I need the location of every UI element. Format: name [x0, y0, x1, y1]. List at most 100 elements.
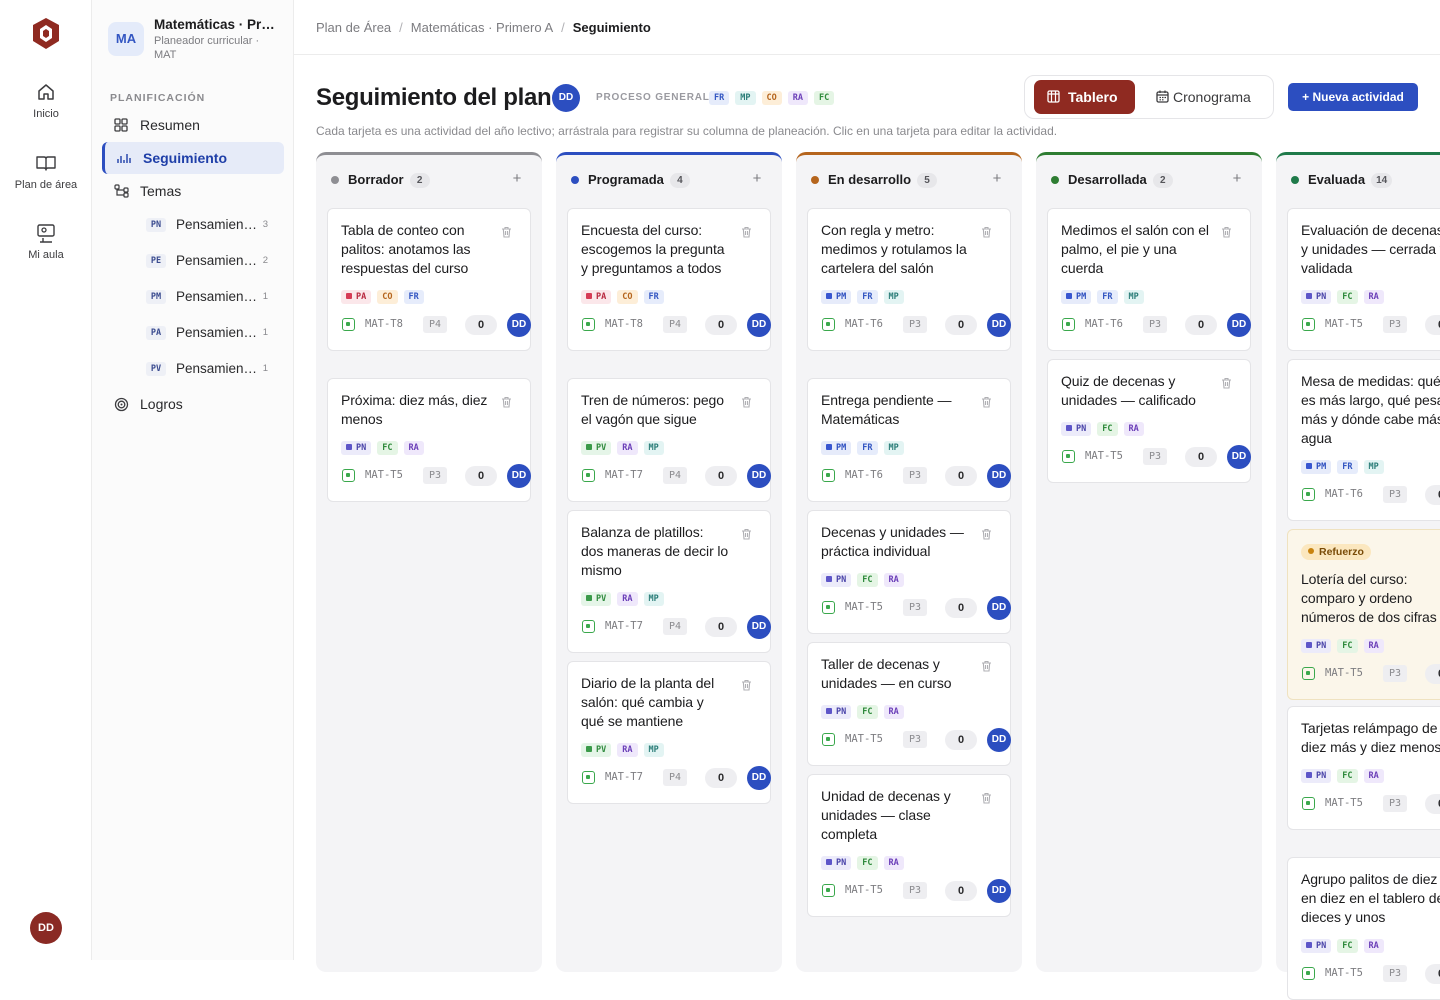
add-card-button[interactable]: +: [508, 170, 526, 188]
comment-count[interactable]: 0: [945, 730, 977, 750]
rail-item-plan-de-area[interactable]: Plan de área: [0, 153, 92, 191]
trash-icon[interactable]: [501, 395, 512, 413]
header-divider: [294, 54, 1440, 55]
assignee-avatar[interactable]: DD: [747, 464, 771, 488]
activity-card[interactable]: Decenas y unidades — práctica individual…: [807, 510, 1011, 634]
activity-card[interactable]: Refuerzo Lotería del curso: comparo y ord…: [1287, 529, 1440, 700]
comment-count[interactable]: 0: [465, 466, 497, 486]
trash-icon[interactable]: [981, 225, 992, 243]
activity-card[interactable]: Tabla de conteo con palitos: anotamos la…: [327, 208, 531, 351]
comment-count[interactable]: 0: [1185, 315, 1217, 335]
activity-card[interactable]: Con regla y metro: medimos y rotulamos l…: [807, 208, 1011, 351]
trash-icon[interactable]: [981, 791, 992, 809]
sidebar-item-resumen[interactable]: Resumen: [102, 109, 284, 141]
rail-item-inicio[interactable]: Inicio: [0, 82, 92, 120]
activity-card[interactable]: Balanza de platillos: dos maneras de dec…: [567, 510, 771, 653]
sidebar-item-logros[interactable]: Logros: [102, 388, 284, 420]
activity-card[interactable]: Diario de la planta del salón: qué cambi…: [567, 661, 771, 804]
process-tag-chip: RA: [883, 704, 904, 719]
assignee-avatar[interactable]: DD: [1227, 313, 1251, 337]
activity-card[interactable]: Mesa de medidas: qué es más largo, qué p…: [1287, 359, 1440, 521]
activity-card[interactable]: Unidad de decenas y unidades — clase com…: [807, 774, 1011, 917]
user-avatar[interactable]: DD: [30, 912, 62, 944]
breadcrumb-item[interactable]: Plan de Área: [316, 20, 391, 35]
trash-icon[interactable]: [1221, 225, 1232, 243]
add-card-button[interactable]: +: [748, 170, 766, 188]
activity-card[interactable]: Taller de decenas y unidades — en curso P…: [807, 642, 1011, 766]
trash-icon[interactable]: [981, 527, 992, 545]
comment-count[interactable]: 0: [945, 315, 977, 335]
activity-card[interactable]: Próxima: diez más, diez menos PN FC RA MAT-T…: [327, 378, 531, 502]
workspace-switcher[interactable]: MA Matemáticas · Pr… Planeador curricula…: [108, 14, 288, 64]
owner-avatar[interactable]: DD: [552, 84, 580, 112]
assignee-avatar[interactable]: DD: [987, 728, 1011, 752]
new-activity-button[interactable]: + Nueva actividad: [1288, 83, 1418, 111]
sidebar-topic-item[interactable]: PV Pensamiento variacional1: [142, 355, 282, 383]
comment-count[interactable]: 0: [705, 617, 737, 637]
activity-card[interactable]: Medimos el salón con el palmo, el pie y …: [1047, 208, 1251, 351]
activity-card[interactable]: Tren de números: pego el vagón que sigue…: [567, 378, 771, 502]
card-title: Quiz de decenas y unidades — calificado: [1061, 373, 1196, 408]
sidebar-topic-item[interactable]: PN Pensamiento numérico3: [142, 211, 282, 239]
assignee-avatar[interactable]: DD: [987, 879, 1011, 903]
chip-label: PM: [836, 442, 847, 453]
process-tag-chip: CO: [377, 289, 398, 304]
comment-count[interactable]: 0: [705, 315, 737, 335]
breadcrumb-item[interactable]: Matemáticas · Primero A: [411, 20, 553, 35]
comment-count[interactable]: 0: [465, 315, 497, 335]
activity-card[interactable]: Tarjetas relámpago de diez más y diez me…: [1287, 706, 1440, 830]
column-count-badge: 4: [669, 173, 690, 188]
assignee-avatar[interactable]: DD: [507, 464, 531, 488]
trash-icon[interactable]: [501, 225, 512, 243]
board-icon: [1047, 90, 1060, 103]
comment-count[interactable]: 0: [1185, 447, 1217, 467]
activity-card[interactable]: Encuesta del curso: escogemos la pregunt…: [567, 208, 771, 351]
chip-dot: [586, 745, 592, 752]
trash-icon[interactable]: [741, 395, 752, 413]
assignee-avatar[interactable]: DD: [987, 464, 1011, 488]
card-tag-list: PN FC RA: [821, 854, 997, 870]
comment-count[interactable]: 0: [945, 466, 977, 486]
comment-count[interactable]: 0: [705, 466, 737, 486]
comment-count[interactable]: 0: [945, 598, 977, 618]
thinking-type-chip: PM: [1061, 289, 1092, 304]
activity-card[interactable]: Evaluación de decenas y unidades — cerra…: [1287, 208, 1440, 351]
assignee-avatar[interactable]: DD: [747, 615, 771, 639]
assignee-avatar[interactable]: DD: [987, 596, 1011, 620]
activity-card[interactable]: Agrupo palitos de diez en diez en el tab…: [1287, 857, 1440, 1000]
assignee-avatar[interactable]: DD: [1227, 445, 1251, 469]
sidebar-topic-item[interactable]: PE Pensamiento espacial2: [142, 247, 282, 275]
sidebar-item-seguimiento[interactable]: Seguimiento: [102, 142, 284, 174]
comment-count[interactable]: 0: [1425, 315, 1440, 335]
activity-code: MAT-T5: [845, 884, 883, 896]
sidebar-topic-item[interactable]: PA Pensamiento aleatorio1: [142, 319, 282, 347]
activity-card[interactable]: Quiz de decenas y unidades — calificado P…: [1047, 359, 1251, 483]
assignee-avatar[interactable]: DD: [507, 313, 531, 337]
view-schedule-button[interactable]: Cronograma: [1143, 80, 1269, 114]
app-logo[interactable]: [31, 17, 61, 51]
add-card-button[interactable]: +: [988, 170, 1006, 188]
comment-count[interactable]: 0: [1425, 794, 1440, 814]
column-header: Programada 4 +: [556, 155, 782, 205]
rail-item-mi-aula[interactable]: Mi aula: [0, 223, 92, 261]
activity-card[interactable]: Entrega pendiente — Matemáticas PM FR MP MAT…: [807, 378, 1011, 502]
comment-count[interactable]: 0: [705, 768, 737, 788]
assignee-avatar[interactable]: DD: [747, 313, 771, 337]
assignee-avatar[interactable]: DD: [747, 766, 771, 790]
comment-count[interactable]: 0: [945, 881, 977, 901]
assignee-avatar[interactable]: DD: [987, 313, 1011, 337]
trash-icon[interactable]: [981, 395, 992, 413]
comment-count[interactable]: 0: [1425, 485, 1440, 505]
sidebar-item-temas[interactable]: Temas: [102, 175, 284, 207]
add-card-button[interactable]: +: [1228, 170, 1246, 188]
comment-count[interactable]: 0: [1425, 664, 1440, 684]
topic-code-chip: PN: [146, 218, 166, 232]
comment-count[interactable]: 0: [1425, 964, 1440, 984]
view-board-button[interactable]: Tablero: [1034, 80, 1135, 114]
trash-icon[interactable]: [741, 225, 752, 243]
trash-icon[interactable]: [981, 659, 992, 677]
trash-icon[interactable]: [741, 678, 752, 696]
sidebar-topic-item[interactable]: PM Pensamiento métrico1: [142, 283, 282, 311]
trash-icon[interactable]: [1221, 376, 1232, 394]
trash-icon[interactable]: [741, 527, 752, 545]
